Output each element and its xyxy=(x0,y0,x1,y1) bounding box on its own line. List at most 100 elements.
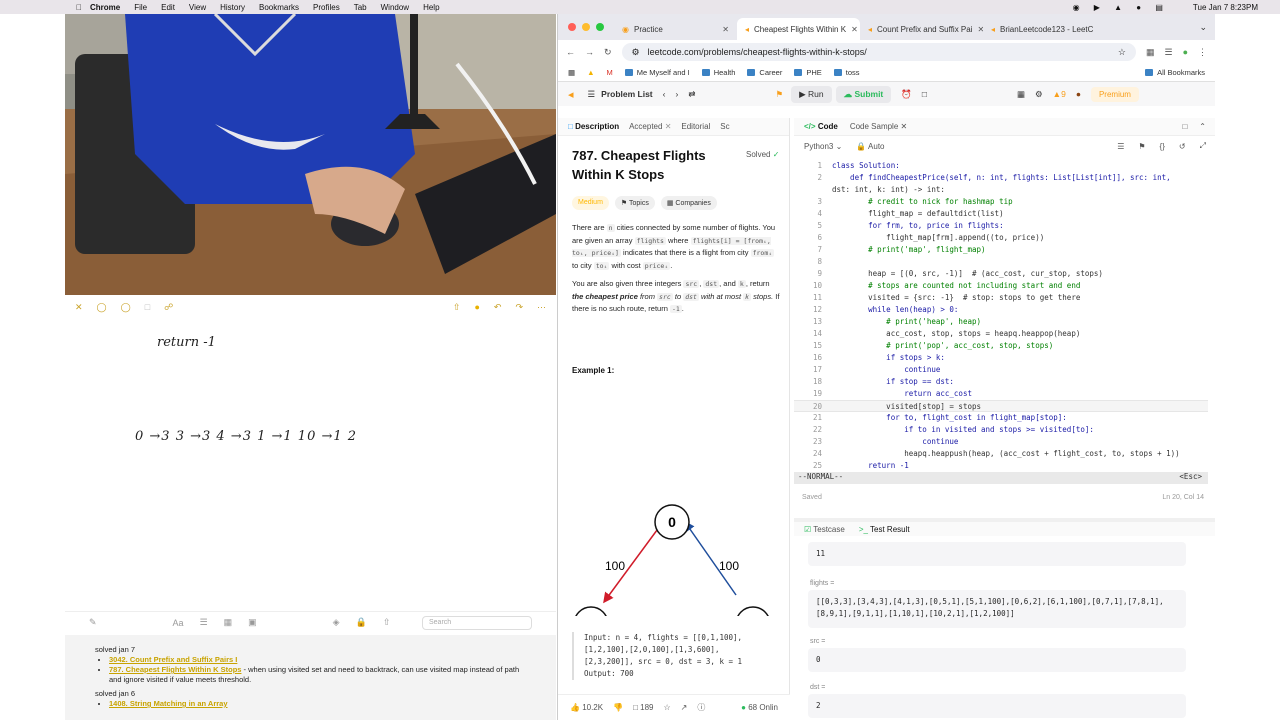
code-line[interactable]: 13 # print('heap', heap) xyxy=(794,316,1208,328)
difficulty-badge[interactable]: Medium xyxy=(572,196,609,210)
text-icon[interactable]: □ xyxy=(145,302,150,312)
bookmark-me[interactable]: Me Myself and I xyxy=(624,68,690,77)
close-window-button[interactable] xyxy=(568,23,576,31)
close-tab-icon[interactable]: ✕ xyxy=(665,122,672,131)
share-note-icon[interactable]: ⇧ xyxy=(383,617,391,628)
menu-window[interactable]: Window xyxy=(381,3,409,12)
menu-edit[interactable]: Edit xyxy=(161,3,175,12)
bookmark-toss[interactable]: toss xyxy=(833,68,860,77)
topics-tag[interactable]: ⚑ Topics xyxy=(614,196,655,210)
reading-list-icon[interactable]: ☰ xyxy=(1164,47,1172,58)
bookmark-icon[interactable]: ⚑ xyxy=(1138,142,1145,151)
fullscreen-icon[interactable]: ⤢ xyxy=(1200,141,1206,151)
media-icon[interactable]: ▣ xyxy=(248,617,257,628)
code-line[interactable]: 7 # print('map', flight_map) xyxy=(794,244,1208,256)
prev-problem-icon[interactable]: ‹ xyxy=(663,89,666,99)
bookmark-star-icon[interactable]: ☆ xyxy=(1118,47,1126,58)
autocomplete-toggle[interactable]: 🔒 Auto xyxy=(856,142,884,151)
like-button[interactable]: 👍 10.2K xyxy=(570,703,603,712)
run-button[interactable]: ▶ Run xyxy=(791,85,832,103)
expand-icon[interactable]: □ xyxy=(1182,122,1187,131)
apps-icon[interactable]: ▦ xyxy=(568,68,575,77)
reset-icon[interactable]: ↺ xyxy=(1179,142,1186,151)
lock-icon[interactable]: 🔒 xyxy=(356,617,367,628)
drawing-canvas[interactable]: return -1 0 →3 3 →3 4 →3 1 →1 10 →1 2 xyxy=(65,319,556,631)
code-line[interactable]: 16 if stops > k: xyxy=(794,352,1208,364)
code-line[interactable]: 18 if stop == dst: xyxy=(794,376,1208,388)
code-line[interactable]: 19 return acc_cost xyxy=(794,388,1208,400)
minimize-window-button[interactable] xyxy=(582,23,590,31)
tab-accepted[interactable]: Accepted ✕ xyxy=(629,122,671,131)
compose-icon[interactable]: ✎ xyxy=(89,617,97,628)
extensions-icon[interactable]: ▦ xyxy=(1146,47,1155,58)
code-line[interactable]: 5 for frm, to, price in flights: xyxy=(794,220,1208,232)
profile-avatar-icon[interactable]: ● xyxy=(1183,47,1188,57)
code-line[interactable]: 12 while len(heap) > 0: xyxy=(794,304,1208,316)
code-line[interactable]: 3 # credit to nick for hashmap tip xyxy=(794,196,1208,208)
bookmark-career[interactable]: Career xyxy=(747,68,782,77)
close-tab-icon[interactable]: ✕ xyxy=(901,122,908,131)
problem-list-icon[interactable]: ☰ xyxy=(588,89,596,100)
all-bookmarks[interactable]: All Bookmarks xyxy=(1145,68,1205,77)
code-line[interactable]: 22 if to in visited and stops >= visited… xyxy=(794,424,1208,436)
tab-practice[interactable]: ◉ Practice ✕ xyxy=(614,18,737,40)
braces-icon[interactable]: {} xyxy=(1160,142,1165,151)
note-link-3042[interactable]: 3042. Count Prefix and Suffix Pairs I xyxy=(109,655,237,664)
code-line[interactable]: 23 continue xyxy=(794,436,1208,448)
code-line[interactable]: 1 class Solution: xyxy=(794,160,1208,172)
gmail-icon[interactable]: M xyxy=(607,68,613,77)
format-icon[interactable]: ☰ xyxy=(1117,142,1124,151)
share-icon[interactable]: ↗ xyxy=(681,703,688,712)
status-icons[interactable]: ◉ ▶ ▲ ● ▤ xyxy=(1073,3,1169,12)
format-icon[interactable]: Aa xyxy=(173,618,184,628)
code-line[interactable]: 10 # stops are counted not including sta… xyxy=(794,280,1208,292)
notes-icon[interactable]: □ xyxy=(922,89,927,99)
comments-button[interactable]: □ 189 xyxy=(633,703,653,712)
tab-description[interactable]: □ Description xyxy=(568,122,619,131)
menu-app-name[interactable]: Chrome xyxy=(90,3,120,12)
tab-code[interactable]: </> Code xyxy=(804,122,838,131)
tab-testcase[interactable]: ☑ Testcase xyxy=(804,525,845,534)
shapes-icon[interactable]: ◯ xyxy=(121,302,131,313)
tab-profile[interactable]: ◂ BrianLeetcode123 - LeetC xyxy=(983,18,1106,40)
clock[interactable]: Tue Jan 7 8:23PM xyxy=(1193,3,1258,12)
code-line[interactable]: dst: int, k: int) -> int: xyxy=(794,184,1208,196)
checklist-icon[interactable]: ☰ xyxy=(200,617,208,628)
tab-cheapest-flights[interactable]: ◂ Cheapest Flights Within K ✕ xyxy=(737,18,860,40)
tab-count-prefix[interactable]: ◂ Count Prefix and Suffix Pai ✕ xyxy=(860,18,983,40)
back-icon[interactable]: ← xyxy=(566,47,575,57)
dislike-icon[interactable]: 👎 xyxy=(613,703,623,712)
notes-search-input[interactable]: Search xyxy=(422,615,532,630)
pen-icon[interactable]: ✕ xyxy=(75,302,83,313)
companies-tag[interactable]: ▦ Companies xyxy=(660,196,717,210)
submit-button[interactable]: ☁ Submit xyxy=(835,85,892,103)
code-line[interactable]: 14 acc_cost, stop, stops = heapq.heappop… xyxy=(794,328,1208,340)
attach-icon[interactable]: ☍ xyxy=(164,302,173,313)
code-line[interactable]: 17 continue xyxy=(794,364,1208,376)
code-line[interactable]: 2 def findCheapestPrice(self, n: int, fl… xyxy=(794,172,1208,184)
settings-gear-icon[interactable]: ⚙ xyxy=(1035,89,1043,100)
timer-icon[interactable]: ⏰ xyxy=(901,89,912,100)
streak-fire-icon[interactable]: ▲9 xyxy=(1053,89,1066,99)
code-line[interactable]: 9 heap = [(0, src, -1)] # (acc_cost, cur… xyxy=(794,268,1208,280)
apple-icon[interactable]:  xyxy=(76,3,82,12)
forward-icon[interactable]: → xyxy=(585,47,594,57)
menu-profiles[interactable]: Profiles xyxy=(313,3,340,12)
collab-icon[interactable]: ◈ xyxy=(333,617,340,628)
site-info-icon[interactable]: ⚙ xyxy=(632,47,640,58)
problem-list-link[interactable]: Problem List xyxy=(601,89,652,99)
close-tab-icon[interactable]: ✕ xyxy=(722,25,729,34)
premium-button[interactable]: Premium xyxy=(1090,86,1139,102)
collapse-icon[interactable]: ⌃ xyxy=(1199,122,1206,131)
debug-icon[interactable]: ⚑ xyxy=(775,89,783,100)
code-line[interactable]: 4 flight_map = defaultdict(list) xyxy=(794,208,1208,220)
next-problem-icon[interactable]: › xyxy=(675,89,678,99)
code-line[interactable]: 15 # print('pop', acc_cost, stop, stops) xyxy=(794,340,1208,352)
menu-history[interactable]: History xyxy=(220,3,245,12)
lasso-icon[interactable]: ◯ xyxy=(97,302,107,313)
tab-search-icon[interactable]: ⌄ xyxy=(1199,22,1207,33)
close-tab-icon[interactable]: ✕ xyxy=(851,25,858,34)
tab-solutions[interactable]: Sc xyxy=(720,122,729,131)
bookmark-health[interactable]: Health xyxy=(701,68,735,77)
language-select[interactable]: Python3 ⌄ xyxy=(804,142,842,151)
